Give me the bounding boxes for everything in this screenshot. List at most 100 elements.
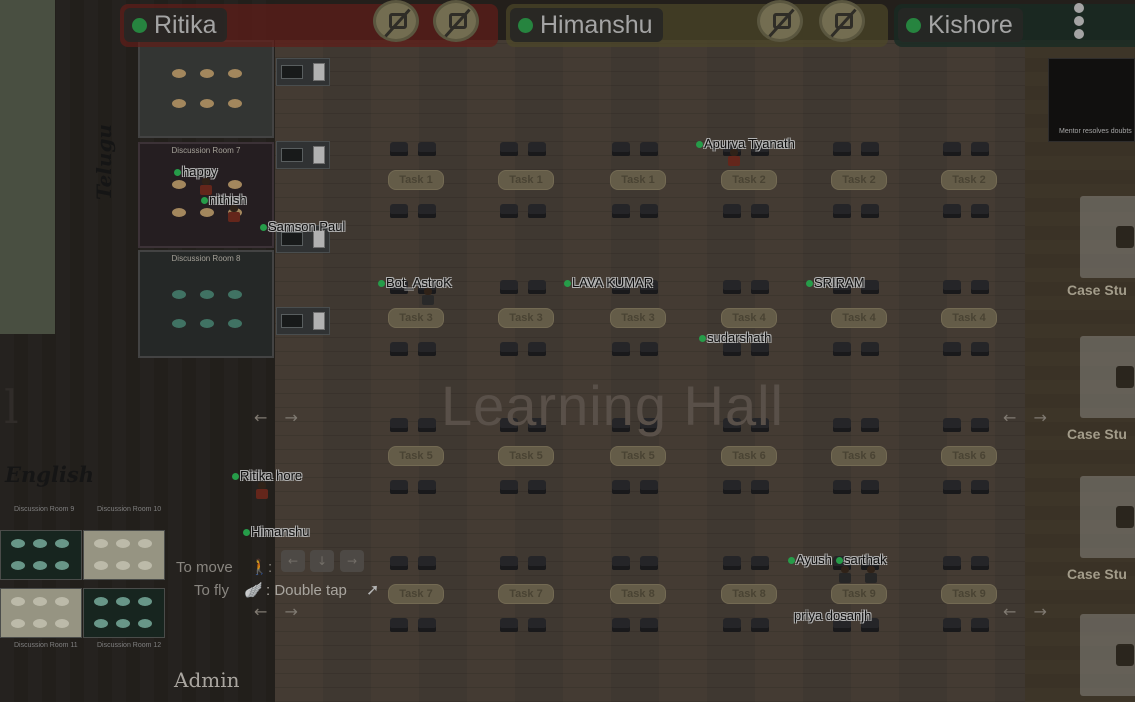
english-discussion-room[interactable] xyxy=(83,530,165,580)
chair xyxy=(528,556,546,570)
stool xyxy=(138,561,152,570)
whiteboard-widget[interactable] xyxy=(276,307,330,335)
task-desk: Task 2 xyxy=(831,170,887,190)
stool xyxy=(11,539,25,548)
mentor-board[interactable]: Mentor resolves doubts xyxy=(1048,58,1135,142)
english-discussion-room[interactable] xyxy=(83,588,165,638)
nav-arrows[interactable]: ← → xyxy=(1003,602,1053,621)
task-table[interactable]: Task 4 xyxy=(941,280,997,362)
task-table[interactable]: Task 2 xyxy=(941,142,997,224)
task-table[interactable]: Task 8 xyxy=(721,556,777,638)
avatar[interactable] xyxy=(864,566,878,584)
camera-off-icon[interactable] xyxy=(819,0,865,42)
stool xyxy=(33,561,47,570)
task-table[interactable]: Task 6 xyxy=(831,418,887,500)
task-table[interactable]: Task 1 xyxy=(388,142,444,224)
task-table[interactable]: Task 9 xyxy=(941,556,997,638)
stool xyxy=(55,561,69,570)
chair xyxy=(390,480,408,494)
case-study-tile[interactable] xyxy=(1080,336,1135,418)
fly-hint-label: To fly xyxy=(194,582,230,599)
stool xyxy=(116,539,130,548)
room-caption: Discussion Room 9 xyxy=(14,506,75,513)
more-options-icon[interactable] xyxy=(1072,0,1086,40)
task-table[interactable]: Task 4 xyxy=(721,280,777,362)
case-study-tile[interactable] xyxy=(1080,196,1135,278)
task-desk: Task 5 xyxy=(498,446,554,466)
english-discussion-room[interactable] xyxy=(0,588,82,638)
avatar[interactable] xyxy=(255,482,269,500)
task-table[interactable]: Task 7 xyxy=(498,556,554,638)
task-label: Task 3 xyxy=(399,312,433,324)
nav-arrows[interactable]: ← → xyxy=(254,602,304,621)
discussion-room-8[interactable]: Discussion Room 8 xyxy=(138,250,274,358)
chair xyxy=(528,618,546,632)
nav-arrows[interactable]: ← → xyxy=(254,408,304,427)
task-table[interactable]: Task 3 xyxy=(498,280,554,362)
chair xyxy=(612,480,630,494)
whiteboard-widget[interactable] xyxy=(276,58,330,86)
task-desk: Task 8 xyxy=(610,584,666,604)
task-desk: Task 1 xyxy=(388,170,444,190)
avatar[interactable] xyxy=(227,205,241,223)
stool xyxy=(11,561,25,570)
task-label: Task 8 xyxy=(621,588,655,600)
task-label: Task 7 xyxy=(509,588,543,600)
player-name: sarthak xyxy=(844,552,887,567)
case-study-tile[interactable] xyxy=(1080,476,1135,558)
chair xyxy=(723,556,741,570)
task-table[interactable]: Task 3 xyxy=(610,280,666,362)
chair xyxy=(943,418,961,432)
stool xyxy=(33,597,47,606)
stool xyxy=(116,597,130,606)
chair xyxy=(500,556,518,570)
task-table[interactable]: Task 4 xyxy=(831,280,887,362)
chair xyxy=(971,618,989,632)
chair xyxy=(751,204,769,218)
task-table[interactable]: Task 8 xyxy=(610,556,666,638)
avatar[interactable] xyxy=(421,288,435,306)
english-discussion-room[interactable] xyxy=(0,530,82,580)
task-table[interactable]: Task 1 xyxy=(610,142,666,224)
arrow-right-key-icon[interactable]: → xyxy=(340,550,364,572)
stool xyxy=(200,319,214,328)
chair xyxy=(640,342,658,356)
camera-off-icon[interactable] xyxy=(433,0,479,42)
task-table[interactable]: Task 2 xyxy=(831,142,887,224)
task-desk: Task 3 xyxy=(610,308,666,328)
task-label: Task 2 xyxy=(952,174,986,186)
task-label: Task 6 xyxy=(952,450,986,462)
task-desk: Task 7 xyxy=(388,584,444,604)
nav-arrows[interactable]: ← → xyxy=(1003,408,1053,427)
stool xyxy=(172,69,186,78)
arrow-left-key-icon[interactable]: ← xyxy=(281,550,305,572)
chair xyxy=(418,418,436,432)
task-desk: Task 4 xyxy=(831,308,887,328)
mic-off-icon[interactable] xyxy=(757,0,803,42)
task-table[interactable]: Task 5 xyxy=(388,418,444,500)
task-table[interactable]: Task 3 xyxy=(388,280,444,362)
task-table[interactable]: Task 6 xyxy=(941,418,997,500)
stool xyxy=(55,597,69,606)
case-study-tile[interactable] xyxy=(1080,614,1135,696)
task-desk: Task 5 xyxy=(388,446,444,466)
chair xyxy=(528,204,546,218)
task-desk: Task 8 xyxy=(721,584,777,604)
task-table[interactable]: Task 1 xyxy=(498,142,554,224)
stool xyxy=(200,208,214,217)
discussion-room-6[interactable] xyxy=(138,40,274,138)
arrow-down-key-icon[interactable]: ↓ xyxy=(310,550,334,572)
stool xyxy=(94,561,108,570)
stool xyxy=(94,539,108,548)
mic-off-icon[interactable] xyxy=(373,0,419,42)
task-label: Task 3 xyxy=(509,312,543,324)
task-desk: Task 6 xyxy=(721,446,777,466)
avatar[interactable] xyxy=(838,566,852,584)
whiteboard-widget[interactable] xyxy=(276,141,330,169)
avatar[interactable] xyxy=(727,149,741,167)
telugu-label: Telugu xyxy=(92,124,116,200)
task-table[interactable]: Task 7 xyxy=(388,556,444,638)
participant-name: Kishore xyxy=(898,8,1023,42)
stool xyxy=(55,539,69,548)
game-world[interactable]: Mentor resolves doubts Discussion Room 7… xyxy=(0,0,1135,702)
